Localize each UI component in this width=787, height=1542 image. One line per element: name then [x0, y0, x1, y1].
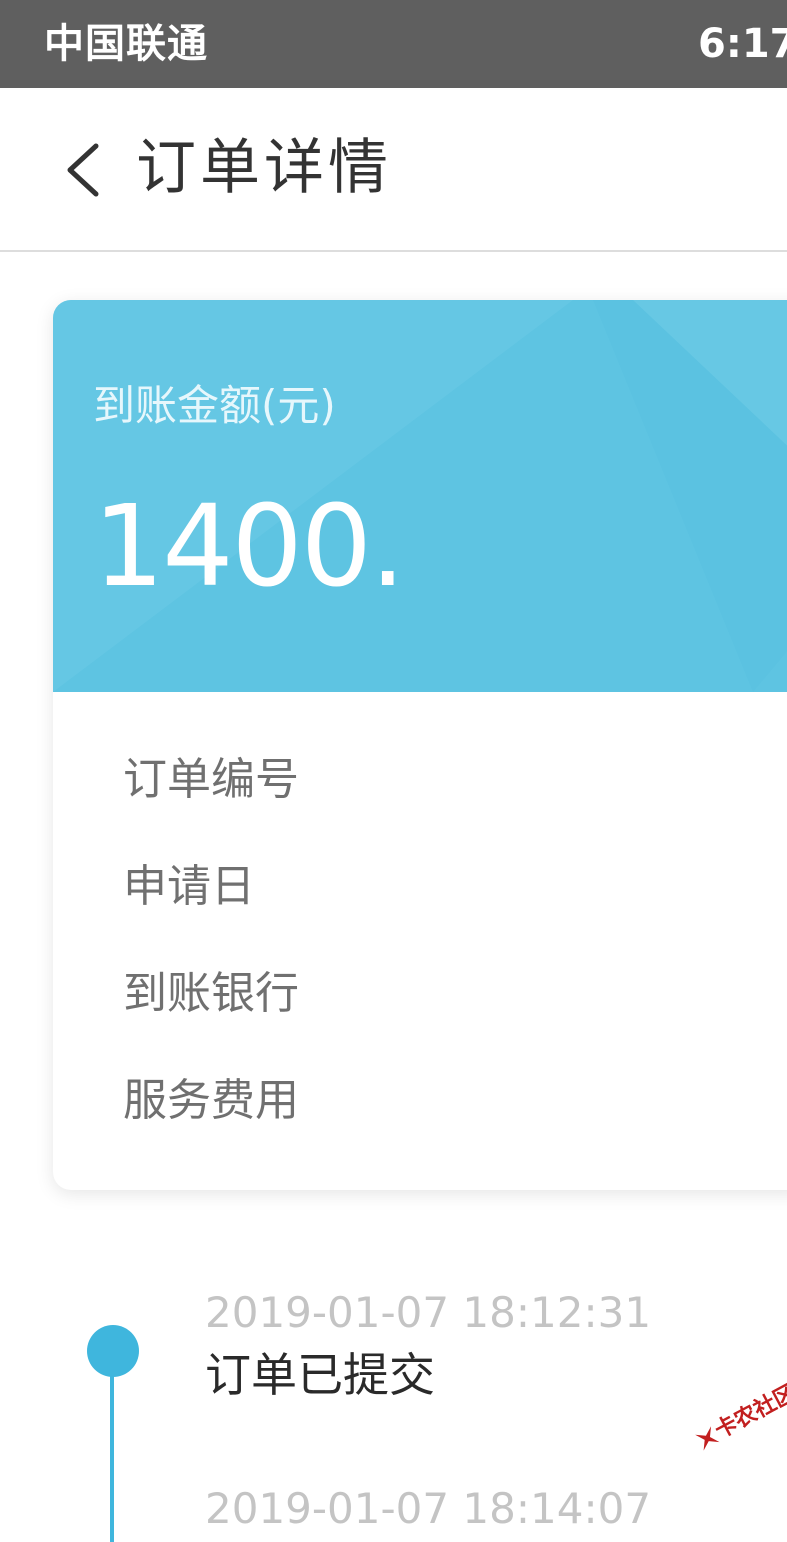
timeline-event-time: 2019-01-07 18:12:31 — [205, 1288, 652, 1337]
amount-value: 1400. — [93, 482, 406, 612]
detail-label-bank: 到账银行 — [123, 968, 299, 1019]
nav-bar: 订单详情 — [0, 88, 787, 252]
carrier-name: 中国联通 — [44, 21, 208, 67]
back-button[interactable] — [48, 128, 128, 208]
page-title: 订单详情 — [136, 133, 392, 203]
amount-label: 到账金额(元) — [93, 381, 336, 430]
order-timeline: 2019-01-07 18:12:31 订单已提交 2019-01-07 18:… — [0, 1270, 787, 1542]
timeline-event-title: 订单已提交 — [205, 1348, 435, 1402]
amount-header: 到账金额(元) 1400. — [53, 300, 787, 692]
status-bar: 中国联通 6:17 — [0, 0, 787, 88]
timeline-event-time-next: 2019-01-07 18:14:07 — [205, 1484, 652, 1533]
status-time: 6:17 — [698, 21, 787, 67]
detail-label-apply-date: 申请日 — [123, 861, 255, 912]
timeline-dot — [87, 1325, 139, 1377]
detail-label-service-fee: 服务费用 — [123, 1075, 299, 1126]
order-card: 到账金额(元) 1400. 订单编号 申请日 到账银行 服务费用 — [53, 300, 787, 1190]
order-detail-list: 订单编号 申请日 到账银行 服务费用 — [123, 726, 299, 1154]
chevron-left-icon — [67, 143, 99, 197]
detail-label-order-number: 订单编号 — [123, 754, 299, 805]
